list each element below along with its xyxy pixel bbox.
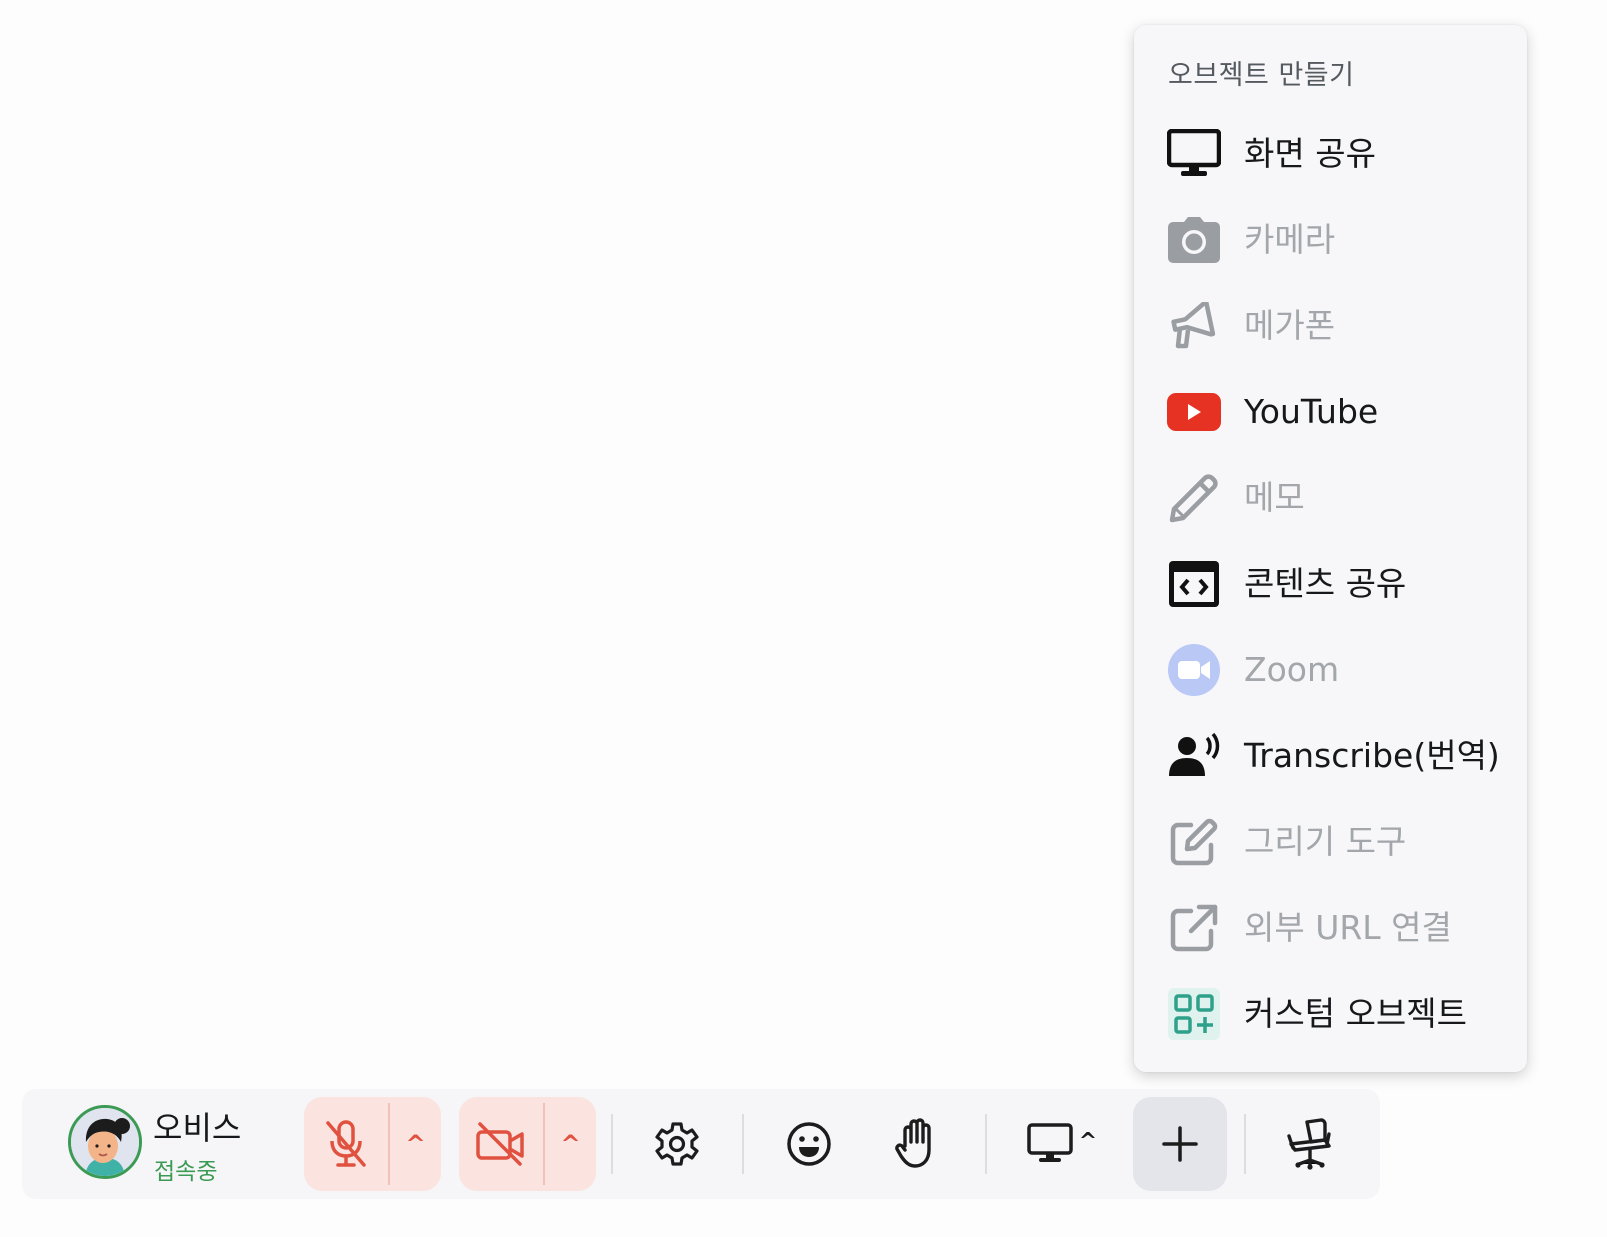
gear-icon xyxy=(655,1122,699,1166)
menu-item-zoom[interactable]: Zoom xyxy=(1134,627,1527,713)
camera-icon xyxy=(1166,212,1222,268)
menu-item-label: 메가폰 xyxy=(1244,306,1336,345)
office-chair-icon xyxy=(1287,1118,1331,1170)
menu-item-transcribe[interactable]: Transcribe(번역) xyxy=(1134,713,1527,799)
connection-status: 접속중 xyxy=(154,1159,218,1185)
pencil-icon xyxy=(1166,470,1222,526)
zoom-icon xyxy=(1166,642,1222,698)
custom-object-icon xyxy=(1166,986,1222,1042)
menu-item-content-share[interactable]: 콘텐츠 공유 xyxy=(1134,541,1527,627)
camera-control-group: ^ xyxy=(459,1097,596,1191)
menu-item-label: YouTube xyxy=(1244,392,1379,431)
settings-button[interactable] xyxy=(630,1097,724,1191)
avatar[interactable] xyxy=(68,1105,142,1179)
divider xyxy=(985,1114,987,1174)
add-object-button[interactable] xyxy=(1133,1097,1227,1191)
external-link-icon xyxy=(1166,900,1222,956)
menu-item-megaphone[interactable]: 메가폰 xyxy=(1134,283,1527,369)
reaction-button[interactable] xyxy=(762,1097,856,1191)
chevron-up-icon: ^ xyxy=(405,1130,426,1158)
chevron-up-icon: ^ xyxy=(1078,1128,1098,1154)
monitor-icon xyxy=(1166,126,1222,182)
menu-item-youtube[interactable]: YouTube xyxy=(1134,369,1527,455)
menu-item-label: 콘텐츠 공유 xyxy=(1244,564,1407,603)
divider xyxy=(742,1114,744,1174)
mic-off-icon xyxy=(326,1120,366,1167)
raise-hand-button[interactable] xyxy=(871,1097,965,1191)
youtube-icon xyxy=(1166,384,1222,440)
divider xyxy=(611,1114,613,1174)
megaphone-icon xyxy=(1166,298,1222,354)
plus-icon xyxy=(1162,1126,1198,1162)
camera-options-button[interactable]: ^ xyxy=(545,1097,596,1191)
speaking-person-icon xyxy=(1166,728,1222,784)
embed-code-icon xyxy=(1166,556,1222,612)
monitor-icon xyxy=(1027,1123,1073,1162)
video-off-icon xyxy=(476,1122,524,1166)
mic-toggle-button[interactable] xyxy=(304,1097,388,1191)
menu-item-external-url[interactable]: 외부 URL 연결 xyxy=(1134,885,1527,971)
smiley-icon xyxy=(787,1122,831,1166)
menu-item-label: 화면 공유 xyxy=(1244,134,1376,173)
menu-item-label: 외부 URL 연결 xyxy=(1244,908,1452,947)
menu-item-drawing-tools[interactable]: 그리기 도구 xyxy=(1134,799,1527,885)
bottom-toolbar: 오비스 접속중 ^ ^ ^ xyxy=(22,1089,1380,1199)
menu-item-screen-share[interactable]: 화면 공유 xyxy=(1134,111,1527,197)
edit-square-icon xyxy=(1166,814,1222,870)
menu-title: 오브젝트 만들기 xyxy=(1168,60,1355,91)
screen-share-button[interactable]: ^ xyxy=(1012,1097,1112,1191)
menu-item-label: Transcribe(번역) xyxy=(1244,736,1500,775)
menu-item-memo[interactable]: 메모 xyxy=(1134,455,1527,541)
menu-item-label: Zoom xyxy=(1244,650,1340,689)
seat-button[interactable] xyxy=(1263,1097,1357,1191)
create-object-menu: 오브젝트 만들기 화면 공유 카메라 메가폰 YouTube 메모 콘텐츠 공유… xyxy=(1134,25,1527,1072)
hand-icon xyxy=(895,1118,931,1168)
menu-item-custom-object[interactable]: 커스텀 오브젝트 xyxy=(1134,971,1527,1057)
menu-item-label: 그리기 도구 xyxy=(1244,822,1407,861)
menu-item-camera[interactable]: 카메라 xyxy=(1134,197,1527,283)
mic-options-button[interactable]: ^ xyxy=(390,1097,441,1191)
menu-item-label: 카메라 xyxy=(1244,220,1336,259)
chevron-up-icon: ^ xyxy=(560,1130,581,1158)
user-name: 오비스 xyxy=(153,1109,242,1147)
divider xyxy=(1244,1114,1246,1174)
menu-item-label: 메모 xyxy=(1244,478,1305,517)
menu-item-label: 커스텀 오브젝트 xyxy=(1244,994,1468,1033)
mic-control-group: ^ xyxy=(304,1097,441,1191)
camera-toggle-button[interactable] xyxy=(459,1097,543,1191)
workspace-canvas: 오브젝트 만들기 화면 공유 카메라 메가폰 YouTube 메모 콘텐츠 공유… xyxy=(0,0,1607,1237)
